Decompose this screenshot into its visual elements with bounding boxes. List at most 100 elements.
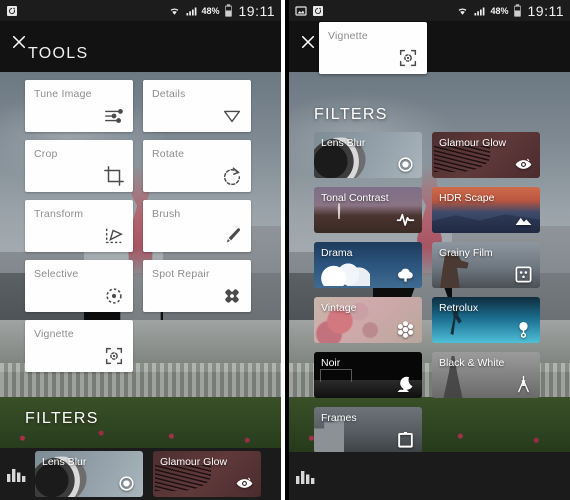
filter-card-drama[interactable]: Drama: [313, 242, 422, 288]
filter-card-grainy-film[interactable]: Grainy Film: [431, 242, 540, 288]
rotate-icon: [221, 165, 243, 187]
filters-list: Lens Blur Glamour Glow Tonal Contrast HD…: [289, 102, 570, 454]
transform-icon: [103, 225, 125, 247]
histogram-icon[interactable]: [295, 468, 320, 484]
filter-label: Drama: [320, 247, 353, 259]
filter-card-glamour-glow[interactable]: Glamour Glow: [431, 132, 540, 178]
close-icon[interactable]: [299, 33, 317, 51]
moon-icon: [396, 375, 415, 394]
battery-icon: [513, 4, 522, 17]
eye-icon: [514, 155, 533, 174]
frame-icon: [396, 430, 415, 449]
filter-label: Lens Blur: [42, 456, 87, 468]
brush-icon: [221, 225, 243, 247]
tool-label: Vignette: [327, 30, 368, 42]
triangle-down-icon: [221, 105, 243, 127]
crop-icon: [103, 165, 125, 187]
tool-label: Selective: [34, 268, 79, 280]
filter-label: HDR Scape: [438, 192, 495, 204]
vignette-icon: [103, 345, 125, 367]
aperture-icon: [117, 474, 136, 493]
filter-label: Tonal Contrast: [320, 192, 389, 204]
filter-card-hdr-scape[interactable]: HDR Scape: [431, 187, 540, 233]
filter-label: Black & White: [438, 357, 505, 369]
histogram-icon[interactable]: [6, 466, 31, 482]
filter-label: Noir: [320, 357, 341, 369]
filter-label: Glamour Glow: [160, 456, 228, 468]
photo-sync-icon: [6, 5, 18, 17]
tool-label: Details: [152, 88, 186, 100]
status-right-icons: 48% 19:11: [168, 3, 276, 19]
photo-sync-icon: [312, 5, 324, 17]
vignette-icon: [397, 47, 419, 69]
grain-icon: [514, 265, 533, 284]
tool-label: Brush: [152, 208, 181, 220]
battery-percent: 48%: [490, 5, 509, 16]
tool-label: Transform: [34, 208, 84, 220]
tool-card-transform[interactable]: Transform: [25, 200, 133, 252]
lamp-icon: [514, 320, 533, 339]
selective-icon: [103, 285, 125, 307]
filter-card-lens-blur[interactable]: Lens Blur: [35, 451, 143, 497]
tools-header: TOOLS: [0, 21, 282, 72]
tools-grid: Tune Image Details Crop Rotate Transform…: [0, 80, 281, 372]
filter-card-black-and-white[interactable]: Black & White: [431, 352, 540, 398]
flower-icon: [396, 320, 415, 339]
filters-bottom-bar-left: Lens Blur Glamour Glow: [0, 448, 282, 500]
status-bar-right: 48% 19:11: [288, 0, 570, 21]
filters-bottom-bar-right: [288, 452, 570, 500]
filter-card-noir[interactable]: Noir: [313, 352, 422, 398]
wifi-icon: [168, 5, 181, 17]
clock: 19:11: [238, 2, 276, 19]
sliders-icon: [103, 105, 125, 127]
left-screen: 48% 19:11 TOOLS Tune Image Details Crop …: [0, 0, 282, 500]
eiffel-icon: [514, 375, 533, 394]
waveform-icon: [396, 210, 415, 229]
tool-label: Crop: [34, 148, 58, 160]
tool-card-crop[interactable]: Crop: [25, 140, 133, 192]
filters-grid: Lens Blur Glamour Glow Tonal Contrast HD…: [313, 132, 545, 453]
filter-label: Retrolux: [438, 302, 479, 314]
filters-section-title-left: FILTERS: [25, 410, 99, 427]
tool-label: Tune Image: [34, 88, 92, 100]
battery-percent: 48%: [201, 5, 220, 16]
spot-repair-icon: [221, 285, 243, 307]
aperture-icon: [396, 155, 415, 174]
battery-icon: [224, 4, 233, 17]
dual-screenshot: 48% 19:11 TOOLS Tune Image Details Crop …: [0, 0, 570, 500]
status-bar-left: 48% 19:11: [0, 0, 282, 21]
cloud-icon: [396, 265, 415, 284]
tool-card-spot-repair[interactable]: Spot Repair: [143, 260, 251, 312]
tool-card-brush[interactable]: Brush: [143, 200, 251, 252]
tool-card-details[interactable]: Details: [143, 80, 251, 132]
filter-card-retrolux[interactable]: Retrolux: [431, 297, 540, 343]
filter-label: Lens Blur: [320, 137, 366, 149]
tool-card-vignette[interactable]: Vignette: [25, 320, 133, 372]
tool-card-vignette-scrolled[interactable]: Vignette: [318, 22, 427, 74]
filter-card-tonal-contrast[interactable]: Tonal Contrast: [313, 187, 422, 233]
tool-card-tune-image[interactable]: Tune Image: [25, 80, 133, 132]
filter-label: Vintage: [320, 302, 357, 314]
panel-divider: [281, 0, 285, 500]
close-icon[interactable]: [10, 33, 28, 51]
page-title: TOOLS: [28, 45, 89, 62]
clock: 19:11: [527, 2, 564, 19]
filter-card-glamour-glow[interactable]: Glamour Glow: [153, 451, 261, 497]
mountains-icon: [514, 210, 533, 229]
filter-label: Grainy Film: [438, 247, 493, 259]
filter-card-lens-blur[interactable]: Lens Blur: [313, 132, 422, 178]
tool-card-rotate[interactable]: Rotate: [143, 140, 251, 192]
status-left-icons-right: [295, 5, 324, 17]
filter-card-frames[interactable]: Frames: [313, 407, 422, 453]
tool-label: Rotate: [152, 148, 185, 160]
image-icon: [295, 5, 307, 17]
tool-card-selective[interactable]: Selective: [25, 260, 133, 312]
filter-label: Glamour Glow: [438, 137, 507, 149]
tool-label: Vignette: [34, 328, 74, 340]
signal-icon: [185, 5, 198, 17]
tool-label: Spot Repair: [152, 268, 210, 280]
signal-icon: [473, 5, 486, 17]
right-screen: 48% 19:11 Vignette FILTERS Lens Blur Gla…: [288, 0, 570, 500]
filter-card-vintage[interactable]: Vintage: [313, 297, 422, 343]
filter-label: Frames: [320, 412, 357, 424]
